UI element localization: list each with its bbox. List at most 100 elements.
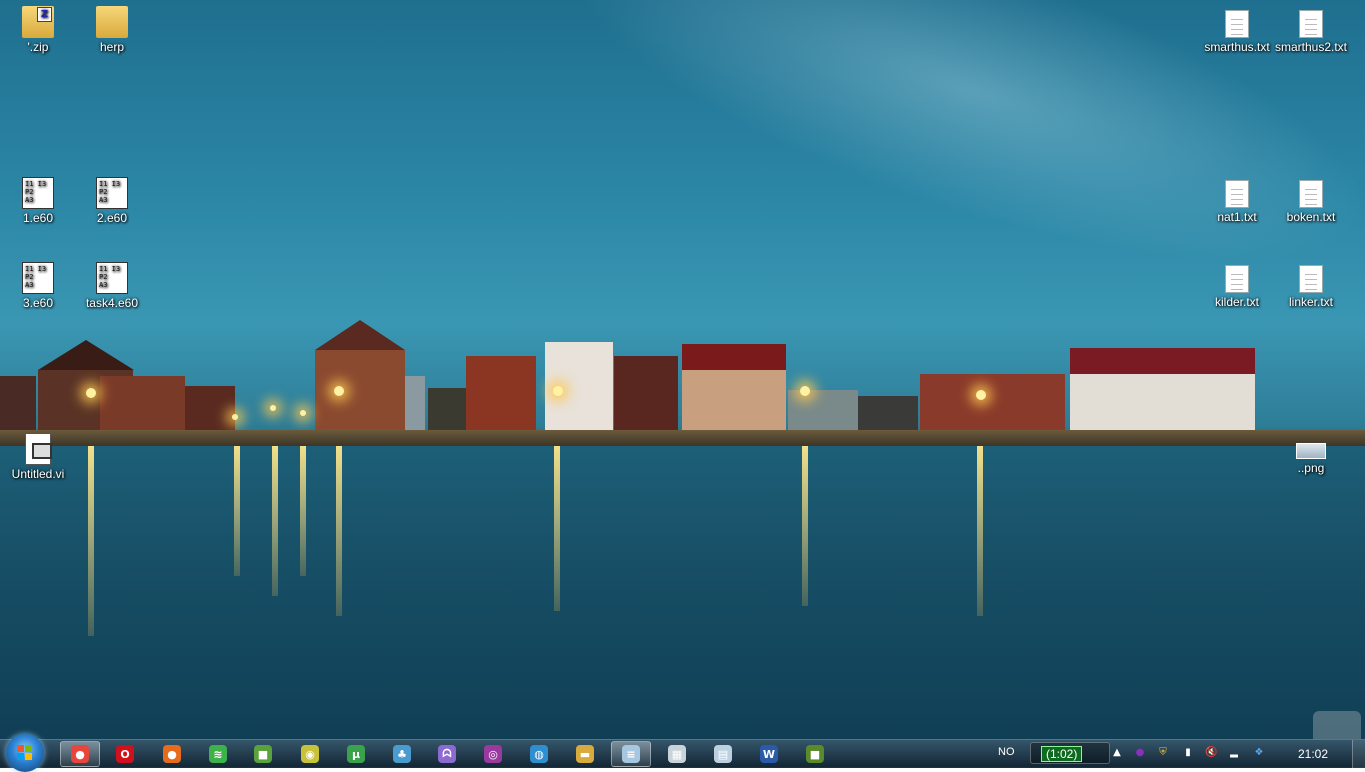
- text-file-icon: [1225, 265, 1249, 293]
- chrome-icon: ●: [71, 745, 89, 763]
- start-button[interactable]: [6, 734, 44, 772]
- taskbar-button-pacman-app[interactable]: ᗣ: [427, 741, 467, 767]
- wallpaper-water: [0, 446, 1365, 740]
- desktop-icon-linker[interactable]: linker.txt: [1273, 265, 1349, 309]
- eye-icon: ◉: [301, 745, 319, 763]
- taskbar-button-notepad[interactable]: ≡: [611, 741, 651, 767]
- e60-file-icon: I1 I3 P2 A3: [22, 177, 54, 209]
- text-file-icon: [1299, 180, 1323, 208]
- desktop-icon-label: smarthus2.txt: [1274, 40, 1348, 54]
- desktop-icon-zip[interactable]: Z '.zip: [0, 6, 76, 54]
- taskbar-button-utorrent[interactable]: µ: [336, 741, 376, 767]
- wallpaper-reflection: [336, 446, 342, 616]
- clock[interactable]: 21:02: [1298, 747, 1328, 761]
- taskbar-button-globe-app[interactable]: ◍: [519, 741, 559, 767]
- folder-icon: [96, 6, 128, 38]
- opera-icon: O: [116, 745, 134, 763]
- aero-peek-thumbnail[interactable]: [1313, 711, 1361, 739]
- desktop-icon-label: 3.e60: [22, 296, 54, 310]
- taskbar-button-word[interactable]: W: [749, 741, 789, 767]
- desktop-icon-3-e60[interactable]: I1 I3 P2 A3 3.e60: [0, 262, 76, 310]
- wallpaper-reflection: [234, 446, 240, 576]
- up-arrow-icon[interactable]: ▲: [1111, 747, 1123, 759]
- battery-meter-gadget[interactable]: (1:02): [1030, 742, 1110, 764]
- e60-file-icon: I1 I3 P2 A3: [96, 177, 128, 209]
- utorrent-icon: µ: [347, 745, 365, 763]
- taskbar-button-opera[interactable]: O: [105, 741, 145, 767]
- windows-logo-icon: [17, 745, 33, 761]
- desktop-icon-label: boken.txt: [1286, 210, 1336, 224]
- labview-vi-icon: [25, 433, 52, 465]
- desktop-icon-nat1[interactable]: nat1.txt: [1199, 180, 1275, 224]
- taskbar-button-chrome[interactable]: ●: [60, 741, 100, 767]
- taskbar-button-media-app[interactable]: ◎: [473, 741, 513, 767]
- wallpaper-reflection: [300, 446, 306, 576]
- taskbar-button-explorer[interactable]: ▬: [565, 741, 605, 767]
- ghost-icon: ᗣ: [438, 745, 456, 763]
- taskbar-button-pidgin[interactable]: ◉: [290, 741, 330, 767]
- text-file-icon: [1225, 180, 1249, 208]
- wallpaper-reflection: [272, 446, 278, 596]
- taskbar-button-firefox[interactable]: ●: [152, 741, 192, 767]
- language-indicator[interactable]: NO: [998, 746, 1015, 758]
- desktop-icon-2-e60[interactable]: I1 I3 P2 A3 2.e60: [74, 177, 150, 225]
- desktop-icon-label: smarthus.txt: [1204, 40, 1270, 54]
- shield-icon[interactable]: ⛨: [1157, 747, 1169, 759]
- wallpaper-shore: [0, 430, 1365, 446]
- desktop-icon-label: 1.e60: [22, 211, 54, 225]
- grass-block-icon: ■: [806, 745, 824, 763]
- disc-icon: ◎: [484, 745, 502, 763]
- e60-file-icon: I1 I3 P2 A3: [22, 262, 54, 294]
- text-file-icon: [1299, 10, 1323, 38]
- desktop-icon-untitled-vi[interactable]: Untitled.vi: [0, 433, 76, 481]
- word-icon: W: [760, 745, 778, 763]
- desktop[interactable]: Z '.zip herp smarthus.txt smarthus2.txt …: [0, 0, 1365, 767]
- taskbar-button-minecraft[interactable]: ■: [795, 741, 835, 767]
- signal-icon[interactable]: ▂: [1228, 747, 1240, 759]
- desktop-icon-smarthus2[interactable]: smarthus2.txt: [1273, 10, 1349, 54]
- wallpaper-reflection: [977, 446, 983, 616]
- desktop-icon-1-e60[interactable]: I1 I3 P2 A3 1.e60: [0, 177, 76, 225]
- desktop-icon-task4-e60[interactable]: I1 I3 P2 A3 task4.e60: [74, 262, 150, 310]
- game-icon: ■: [254, 745, 272, 763]
- document-icon: ▤: [714, 745, 732, 763]
- desktop-icon-label: herp: [99, 40, 125, 54]
- desktop-icon-label: kilder.txt: [1214, 295, 1259, 309]
- desktop-icon-herp[interactable]: herp: [74, 6, 150, 54]
- taskbar-button-spotify[interactable]: ≋: [198, 741, 238, 767]
- text-file-icon: [1299, 265, 1323, 293]
- taskbar-button-network-app[interactable]: ♣: [382, 741, 422, 767]
- desktop-icon-label: 2.e60: [96, 211, 128, 225]
- globe-icon: ◍: [530, 745, 548, 763]
- speaker-muted-icon[interactable]: 🔇: [1205, 747, 1217, 759]
- calculator-icon: ▦: [668, 745, 686, 763]
- folder-icon: ▬: [576, 745, 594, 763]
- taskbar-button-document-viewer[interactable]: ▤: [703, 741, 743, 767]
- desktop-icon-png[interactable]: ..png: [1273, 433, 1349, 475]
- battery-icon[interactable]: ▮: [1182, 747, 1194, 759]
- desktop-icon-label: task4.e60: [85, 296, 139, 310]
- desktop-icon-label: linker.txt: [1288, 295, 1333, 309]
- wallpaper-reflection: [802, 446, 808, 606]
- desktop-icon-label: '.zip: [27, 40, 49, 54]
- battery-time: (1:02): [1041, 746, 1083, 762]
- desktop-icon-label: Untitled.vi: [11, 467, 65, 481]
- image-file-icon: [1296, 443, 1326, 459]
- taskbar: ● O ● ≋ ■ ◉ µ ♣ ᗣ ◎ ◍ ▬ ≡ ▦ ▤ W ■ NO (1:02) ▲ ● ⛨ ▮ 🔇 ▂ ❖ 21:0…: [0, 734, 1365, 772]
- desktop-icon-smarthus[interactable]: smarthus.txt: [1199, 10, 1275, 54]
- show-desktop-button[interactable]: [1352, 740, 1365, 768]
- people-icon: ♣: [393, 745, 411, 763]
- dropbox-icon[interactable]: ❖: [1253, 747, 1265, 759]
- taskbar-button-calculator[interactable]: ▦: [657, 741, 697, 767]
- wallpaper-reflection: [554, 446, 560, 611]
- desktop-icon-boken[interactable]: boken.txt: [1273, 180, 1349, 224]
- wallpaper-reflection: [88, 446, 94, 636]
- notepad-icon: ≡: [622, 745, 640, 763]
- text-file-icon: [1225, 10, 1249, 38]
- desktop-icon-kilder[interactable]: kilder.txt: [1199, 265, 1275, 309]
- taskbar-button-minecraft-launcher[interactable]: ■: [243, 741, 283, 767]
- zip-archive-icon: Z: [22, 6, 54, 38]
- desktop-icon-label: ..png: [1297, 461, 1325, 475]
- onenote-icon[interactable]: ●: [1134, 747, 1146, 759]
- firefox-icon: ●: [163, 745, 181, 763]
